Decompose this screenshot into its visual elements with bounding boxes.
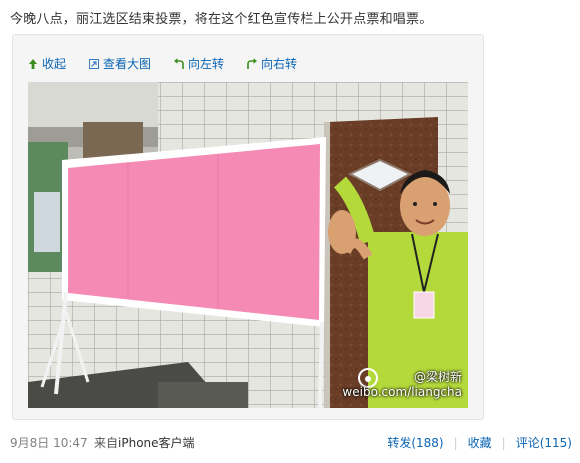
zoom-image-icon [88, 58, 100, 70]
post-photo[interactable]: @梁树新 weibo.com/liangcha [28, 82, 468, 408]
favorite-button[interactable]: 收藏 [468, 434, 492, 451]
watermark-url: weibo.com/liangcha [342, 385, 462, 399]
collapse-button[interactable]: 收起 [27, 55, 66, 72]
media-box: 收起 查看大图 向左转 向右转 @梁树新 weibo.com/liangcha [12, 34, 484, 420]
rotate-right-button[interactable]: 向右转 [246, 55, 297, 72]
photo-scene [28, 82, 468, 408]
comment-button[interactable]: 评论(115) [516, 434, 572, 451]
media-toolbar: 收起 查看大图 向左转 向右转 [27, 55, 319, 72]
post-source: 来自iPhone客户端 [94, 434, 195, 451]
arrow-up-icon [27, 58, 39, 70]
divider: | [501, 435, 506, 450]
rotate-left-icon [173, 57, 185, 70]
post-text: 今晚八点，丽江选区结束投票，将在这个红色宣传栏上公开点票和唱票。 [10, 12, 433, 27]
post-time[interactable]: 9月8日 10:47 [10, 434, 88, 451]
view-large-button[interactable]: 查看大图 [88, 55, 151, 72]
source-app-link[interactable]: iPhone客户端 [118, 436, 195, 450]
divider: | [453, 435, 458, 450]
rotate-right-label: 向右转 [261, 57, 298, 71]
post-actions: 转发(188) | 收藏 | 评论(115) [387, 434, 572, 451]
rotate-left-label: 向左转 [188, 57, 225, 71]
source-prefix: 来自 [94, 436, 119, 450]
rotate-left-button[interactable]: 向左转 [173, 55, 224, 72]
photo-watermark: @梁树新 weibo.com/liangcha [342, 370, 462, 400]
collapse-label: 收起 [42, 57, 67, 71]
watermark-user: @梁树新 [413, 370, 462, 384]
repost-button[interactable]: 转发(188) [387, 434, 443, 451]
view-large-label: 查看大图 [103, 57, 152, 71]
rotate-right-icon [246, 57, 258, 70]
